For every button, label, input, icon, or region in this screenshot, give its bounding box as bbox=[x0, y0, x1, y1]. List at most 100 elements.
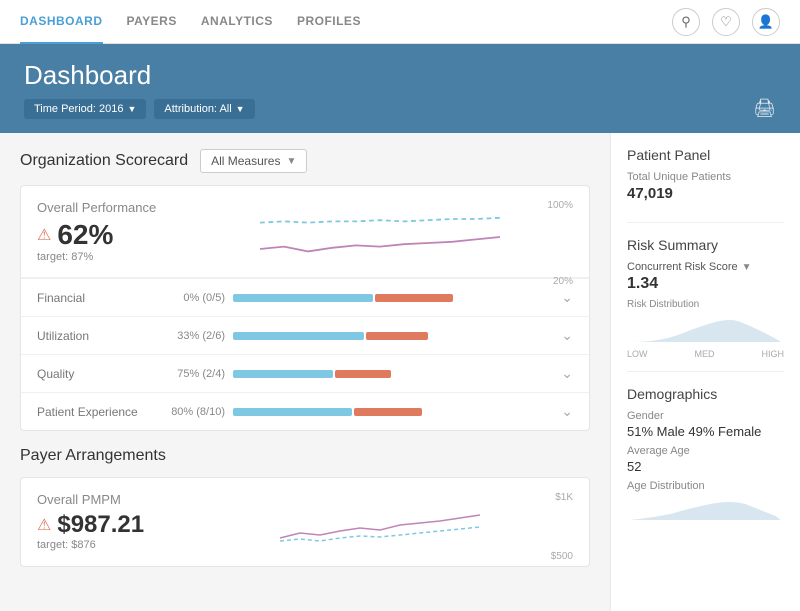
alert-icon: ⚠ bbox=[37, 515, 51, 535]
payer-left: Overall PMPM ⚠ $987.21 target: $876 bbox=[37, 492, 187, 551]
bar-red bbox=[335, 370, 391, 378]
metric-row-patient-experience: Patient Experience 80% (8/10) ⌄ bbox=[21, 392, 589, 430]
chart-bottom-label: 20% bbox=[187, 276, 573, 287]
overall-label: Overall Performance bbox=[37, 200, 187, 215]
payer-target: target: $876 bbox=[37, 539, 187, 551]
overall-target: target: 87% bbox=[37, 251, 187, 263]
payer-line-chart bbox=[187, 503, 573, 548]
gender-label: Gender bbox=[627, 410, 784, 422]
chevron-down-icon[interactable]: ▼ bbox=[742, 262, 752, 273]
time-period-filter[interactable]: Time Period: 2016 ▼ bbox=[24, 99, 146, 119]
risk-score-label: Concurrent Risk Score ▼ bbox=[627, 261, 784, 273]
nav-icons: ⚲ ♡ 👤 bbox=[672, 8, 780, 36]
expand-icon[interactable]: ⌄ bbox=[553, 327, 573, 344]
payer-overall-label: Overall PMPM bbox=[37, 492, 187, 507]
search-icon[interactable]: ⚲ bbox=[672, 8, 700, 36]
expand-icon[interactable]: ⌄ bbox=[553, 403, 573, 420]
high-label: HIGH bbox=[761, 349, 784, 359]
overall-value: ⚠ 62% bbox=[37, 219, 187, 251]
right-panel: Patient Panel Total Unique Patients 47,0… bbox=[610, 133, 800, 611]
page-header: Dashboard Time Period: 2016 ▼ Attributio… bbox=[0, 44, 800, 133]
navigation: DASHBOARD PAYERS ANALYTICS PROFILES ⚲ ♡ … bbox=[0, 0, 800, 44]
scorecard-card: Overall Performance ⚠ 62% target: 87% 10… bbox=[20, 185, 590, 431]
payer-chart: $1K $500 bbox=[187, 492, 573, 552]
expand-icon[interactable]: ⌄ bbox=[553, 289, 573, 306]
alert-icon: ⚠ bbox=[37, 225, 51, 245]
bar-red bbox=[354, 408, 423, 416]
demographics-section: Demographics Gender 51% Male 49% Female … bbox=[627, 386, 784, 537]
metric-bars bbox=[233, 408, 545, 416]
metric-bars bbox=[233, 294, 545, 302]
metric-stats: 80% (8/10) bbox=[155, 406, 225, 418]
patient-panel-title: Patient Panel bbox=[627, 147, 784, 163]
header-filters: Time Period: 2016 ▼ Attribution: All ▼ bbox=[24, 99, 255, 119]
nav-links: DASHBOARD PAYERS ANALYTICS PROFILES bbox=[20, 0, 672, 44]
payer-card: Overall PMPM ⚠ $987.21 target: $876 $1K … bbox=[20, 477, 590, 567]
bar-blue bbox=[233, 294, 373, 302]
risk-dist-label: Risk Distribution bbox=[627, 299, 784, 310]
left-panel: Organization Scorecard All Measures ▼ Ov… bbox=[0, 133, 610, 611]
attribution-filter[interactable]: Attribution: All ▼ bbox=[154, 99, 254, 119]
payer-overall: Overall PMPM ⚠ $987.21 target: $876 $1K … bbox=[21, 478, 589, 566]
gender-value: 51% Male 49% Female bbox=[627, 424, 784, 439]
nav-dashboard[interactable]: DASHBOARD bbox=[20, 0, 103, 44]
risk-distribution-chart bbox=[627, 314, 784, 344]
risk-summary-title: Risk Summary bbox=[627, 237, 784, 253]
bar-blue bbox=[233, 408, 352, 416]
chart-top-label: 100% bbox=[187, 200, 573, 211]
metric-bars bbox=[233, 370, 545, 378]
risk-summary-section: Risk Summary Concurrent Risk Score ▼ 1.3… bbox=[627, 237, 784, 372]
total-patients-label: Total Unique Patients bbox=[627, 171, 784, 183]
avg-age-label: Average Age bbox=[627, 445, 784, 457]
metric-name: Patient Experience bbox=[37, 405, 147, 419]
age-distribution-chart bbox=[627, 494, 784, 522]
risk-score-value: 1.34 bbox=[627, 275, 784, 293]
nav-analytics[interactable]: ANALYTICS bbox=[201, 0, 273, 44]
metric-stats: 0% (0/5) bbox=[155, 292, 225, 304]
patient-panel-section: Patient Panel Total Unique Patients 47,0… bbox=[627, 147, 784, 223]
metric-name: Utilization bbox=[37, 329, 147, 343]
nav-payers[interactable]: PAYERS bbox=[127, 0, 177, 44]
payer-big-value: $987.21 bbox=[57, 511, 144, 539]
risk-dist-labels: LOW MED HIGH bbox=[627, 349, 784, 359]
total-patients-value: 47,019 bbox=[627, 185, 784, 202]
overall-left: Overall Performance ⚠ 62% target: 87% bbox=[37, 200, 187, 263]
overall-performance: Overall Performance ⚠ 62% target: 87% 10… bbox=[21, 186, 589, 278]
bell-icon[interactable]: ♡ bbox=[712, 8, 740, 36]
payer-value-row: ⚠ $987.21 bbox=[37, 511, 187, 539]
bar-blue bbox=[233, 332, 364, 340]
bar-blue bbox=[233, 370, 333, 378]
main-content: Organization Scorecard All Measures ▼ Ov… bbox=[0, 133, 800, 611]
scorecard-header: Organization Scorecard All Measures ▼ bbox=[20, 149, 590, 173]
bar-red bbox=[375, 294, 453, 302]
overall-line-chart bbox=[187, 213, 573, 273]
demographics-title: Demographics bbox=[627, 386, 784, 402]
page-title: Dashboard bbox=[24, 60, 255, 91]
scorecard-title: Organization Scorecard bbox=[20, 152, 188, 170]
avg-age-value: 52 bbox=[627, 459, 784, 474]
age-dist-label: Age Distribution bbox=[627, 480, 784, 492]
user-icon[interactable]: 👤 bbox=[752, 8, 780, 36]
metric-row-utilization: Utilization 33% (2/6) ⌄ bbox=[21, 316, 589, 354]
nav-profiles[interactable]: PROFILES bbox=[297, 0, 361, 44]
metric-name: Quality bbox=[37, 367, 147, 381]
metric-bars bbox=[233, 332, 545, 340]
expand-icon[interactable]: ⌄ bbox=[553, 365, 573, 382]
chevron-down-icon: ▼ bbox=[236, 104, 245, 114]
overall-percent: 62% bbox=[57, 219, 113, 251]
metric-row-quality: Quality 75% (2/4) ⌄ bbox=[21, 354, 589, 392]
chevron-down-icon: ▼ bbox=[127, 104, 136, 114]
payer-chart-bottom: $500 bbox=[187, 551, 573, 562]
chevron-down-icon: ▼ bbox=[286, 156, 296, 167]
print-icon[interactable]: 🖨 bbox=[753, 98, 776, 119]
med-label: MED bbox=[695, 349, 715, 359]
metric-stats: 33% (2/6) bbox=[155, 330, 225, 342]
measures-dropdown[interactable]: All Measures ▼ bbox=[200, 149, 307, 173]
metric-stats: 75% (2/4) bbox=[155, 368, 225, 380]
payer-chart-top: $1K bbox=[187, 492, 573, 503]
bar-red bbox=[366, 332, 428, 340]
low-label: LOW bbox=[627, 349, 648, 359]
metric-name: Financial bbox=[37, 291, 147, 305]
payer-section-header: Payer Arrangements bbox=[20, 447, 590, 465]
payer-title: Payer Arrangements bbox=[20, 447, 166, 465]
